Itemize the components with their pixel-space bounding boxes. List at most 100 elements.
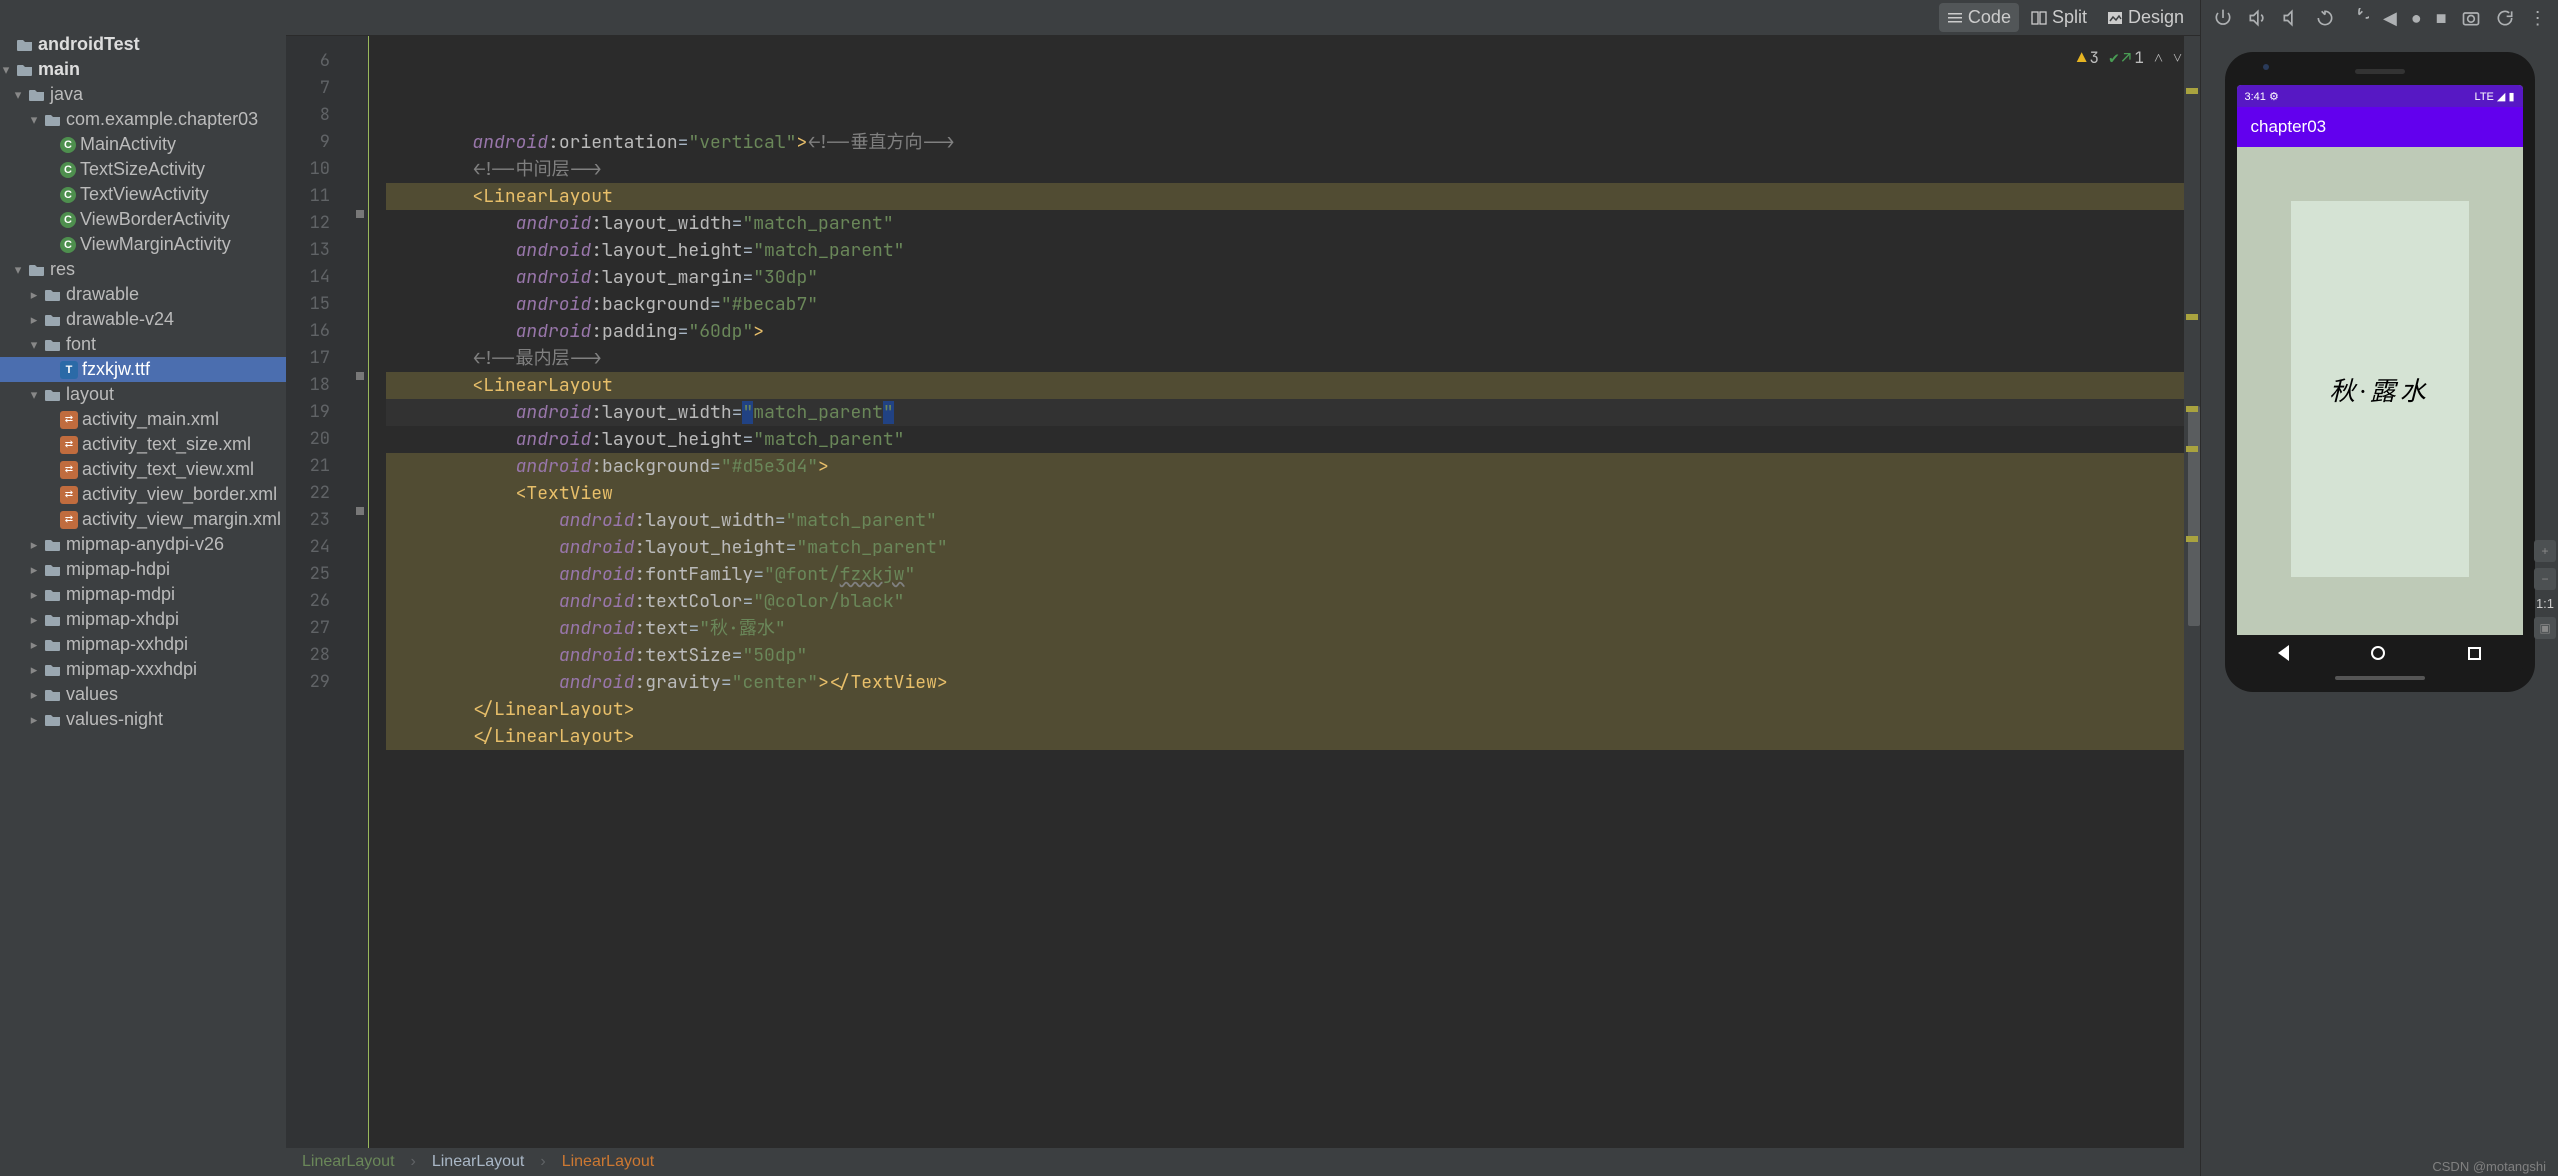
- breadcrumb-item[interactable]: LinearLayout: [432, 1153, 525, 1171]
- tree-item[interactable]: ▸values-night: [0, 707, 286, 732]
- folder-icon: [28, 261, 46, 279]
- tree-item[interactable]: ▸mipmap-anydpi-v26: [0, 532, 286, 557]
- rotate-left-icon[interactable]: [2315, 8, 2335, 28]
- tree-item[interactable]: ▾layout: [0, 382, 286, 407]
- chevron-icon: ▸: [28, 712, 40, 728]
- tree-item[interactable]: Tfzxkjw.ttf: [0, 357, 286, 382]
- home-icon[interactable]: ●: [2411, 8, 2422, 29]
- nav-back-icon[interactable]: [2278, 645, 2289, 661]
- code-line[interactable]: android:layout_height="match_parent": [386, 534, 2200, 561]
- tree-item[interactable]: ▸mipmap-xxhdpi: [0, 632, 286, 657]
- code-line[interactable]: </LinearLayout>: [386, 696, 2200, 723]
- rotate-right-icon[interactable]: [2349, 8, 2369, 28]
- tree-item[interactable]: ▸mipmap-mdpi: [0, 582, 286, 607]
- code-line[interactable]: android:background="#d5e3d4">: [386, 453, 2200, 480]
- code-line[interactable]: android:gravity="center"></TextView>: [386, 669, 2200, 696]
- back-icon[interactable]: ◀: [2383, 8, 2397, 29]
- tree-item[interactable]: androidTest: [0, 32, 286, 57]
- volume-up-icon[interactable]: [2247, 8, 2267, 28]
- code-line[interactable]: android:layout_height="match_parent": [386, 237, 2200, 264]
- tree-item[interactable]: ⇄activity_main.xml: [0, 407, 286, 432]
- tree-item[interactable]: CTextSizeActivity: [0, 157, 286, 182]
- zoom-out-button[interactable]: −: [2534, 568, 2556, 590]
- tree-item[interactable]: ⇄activity_view_border.xml: [0, 482, 286, 507]
- nav-up-icon[interactable]: ˄: [2154, 44, 2163, 71]
- tree-item[interactable]: ▾font: [0, 332, 286, 357]
- mode-code[interactable]: Code: [1939, 3, 2019, 32]
- breadcrumb[interactable]: LinearLayout › LinearLayout › LinearLayo…: [286, 1148, 2200, 1176]
- tree-item[interactable]: CViewMarginActivity: [0, 232, 286, 257]
- code-line[interactable]: </LinearLayout>: [386, 723, 2200, 750]
- line-number: 7: [286, 75, 330, 102]
- tree-item[interactable]: ▾res: [0, 257, 286, 282]
- tree-item[interactable]: ▾java: [0, 82, 286, 107]
- code-line[interactable]: android:padding="60dp">: [386, 318, 2200, 345]
- tree-item[interactable]: ▸drawable: [0, 282, 286, 307]
- device-frame-area[interactable]: 3:41 ⚙ LTE ◢ ▮ chapter03 秋·露水: [2201, 36, 2558, 1176]
- tree-label: drawable-v24: [66, 309, 174, 330]
- line-number: 21: [286, 453, 330, 480]
- breadcrumb-item[interactable]: LinearLayout: [562, 1153, 655, 1171]
- tree-item[interactable]: ⇄activity_text_size.xml: [0, 432, 286, 457]
- nav-down-icon[interactable]: ˅: [2173, 44, 2182, 71]
- code-line[interactable]: android:layout_margin="30dp": [386, 264, 2200, 291]
- folder-icon: [28, 86, 46, 104]
- volume-down-icon[interactable]: [2281, 8, 2301, 28]
- code-line[interactable]: android:text="秋·露水": [386, 615, 2200, 642]
- tree-item[interactable]: ▸mipmap-xhdpi: [0, 607, 286, 632]
- tree-item[interactable]: CTextViewActivity: [0, 182, 286, 207]
- mode-design[interactable]: Design: [2099, 3, 2192, 32]
- code-content[interactable]: ▲ 3 ✔↗ 1 ˄ ˅ android:orientation="vertic…: [382, 36, 2200, 1148]
- line-number: 28: [286, 642, 330, 669]
- nav-recent-icon[interactable]: [2468, 647, 2481, 660]
- editor-scrollbar[interactable]: [2184, 36, 2200, 1148]
- code-line[interactable]: <LinearLayout: [386, 183, 2200, 210]
- tree-item[interactable]: CViewBorderActivity: [0, 207, 286, 232]
- code-line[interactable]: android:layout_width="match_parent": [386, 507, 2200, 534]
- inspection-summary[interactable]: ▲ 3 ✔↗ 1 ˄ ˅: [2077, 44, 2182, 71]
- code-line[interactable]: 💡 android:layout_width="match_parent": [386, 399, 2200, 426]
- tree-item[interactable]: CMainActivity: [0, 132, 286, 157]
- line-number: 17: [286, 345, 330, 372]
- chevron-icon: ▾: [0, 62, 12, 78]
- chevron-icon: ▸: [28, 587, 40, 603]
- code-line[interactable]: android:layout_height="match_parent": [386, 426, 2200, 453]
- code-line[interactable]: android:background="#becab7": [386, 291, 2200, 318]
- code-editor[interactable]: 6789101112131415161718192021222324252627…: [286, 36, 2200, 1148]
- refresh-icon[interactable]: [2495, 8, 2515, 28]
- preview-zoom-controls: + − 1:1 ▣: [2534, 540, 2556, 639]
- overview-icon[interactable]: ■: [2436, 8, 2447, 29]
- preview-toolbar: ◀ ● ■ ⋮: [2201, 0, 2558, 36]
- breadcrumb-item[interactable]: LinearLayout: [302, 1153, 395, 1171]
- tree-item[interactable]: ⇄activity_view_margin.xml: [0, 507, 286, 532]
- mode-split[interactable]: Split: [2023, 3, 2095, 32]
- tree-item[interactable]: ▸drawable-v24: [0, 307, 286, 332]
- tree-item[interactable]: ▸mipmap-hdpi: [0, 557, 286, 582]
- code-line[interactable]: android:layout_width="match_parent": [386, 210, 2200, 237]
- screenshot-icon[interactable]: [2461, 8, 2481, 28]
- code-line[interactable]: android:textColor="@color/black": [386, 588, 2200, 615]
- code-line[interactable]: <!--最内层-->: [386, 345, 2200, 372]
- zoom-in-button[interactable]: +: [2534, 540, 2556, 562]
- code-line[interactable]: <!--中间层-->: [386, 156, 2200, 183]
- zoom-fit-button[interactable]: ▣: [2534, 617, 2556, 639]
- tree-item[interactable]: ▸values: [0, 682, 286, 707]
- code-line[interactable]: android:textSize="50dp": [386, 642, 2200, 669]
- code-line[interactable]: android:orientation="vertical"><!--垂直方向-…: [386, 129, 2200, 156]
- code-line[interactable]: <TextView: [386, 480, 2200, 507]
- tree-item[interactable]: ⇄activity_text_view.xml: [0, 457, 286, 482]
- tree-item[interactable]: ▾main: [0, 57, 286, 82]
- nav-home-icon[interactable]: [2371, 646, 2385, 660]
- class-icon: C: [60, 137, 76, 153]
- editor-mode-bar: Code Split Design: [286, 0, 2200, 36]
- code-line[interactable]: android:fontFamily="@font/fzxkjw": [386, 561, 2200, 588]
- tree-item[interactable]: ▾com.example.chapter03: [0, 107, 286, 132]
- fold-column[interactable]: [368, 36, 382, 1148]
- power-icon[interactable]: [2213, 8, 2233, 28]
- code-line[interactable]: <LinearLayout: [386, 372, 2200, 399]
- class-icon: C: [60, 237, 76, 253]
- tree-item[interactable]: ▸mipmap-xxxhdpi: [0, 657, 286, 682]
- tree-label: res: [50, 259, 75, 280]
- project-tree[interactable]: androidTest▾main▾java▾com.example.chapte…: [0, 0, 286, 1176]
- more-icon[interactable]: ⋮: [2529, 8, 2547, 29]
